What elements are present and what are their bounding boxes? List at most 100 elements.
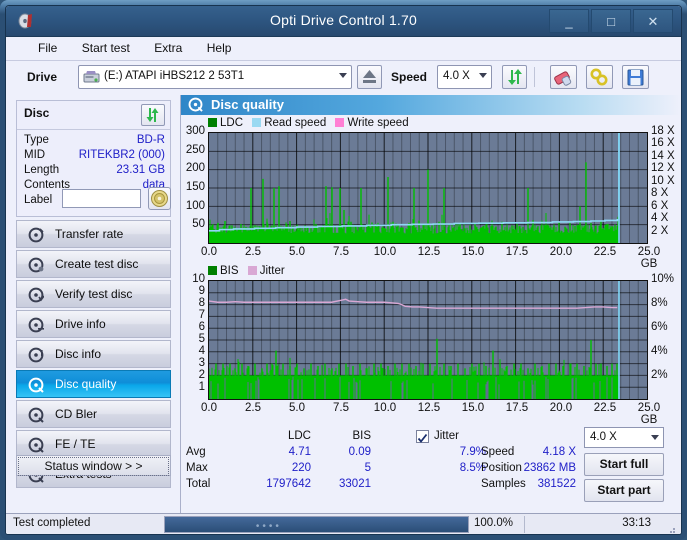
disc-row-value: RITEKBR2 (000) bbox=[79, 149, 165, 161]
maximize-button[interactable]: □ bbox=[591, 9, 631, 33]
sidebar-item-fe-te[interactable]: FE / TE bbox=[16, 430, 171, 458]
stats-jitter-avg: 7.9% bbox=[416, 446, 486, 458]
disc-quality-icon bbox=[28, 377, 44, 393]
status-separator bbox=[524, 516, 525, 533]
chart1-ytick: 100 bbox=[179, 200, 205, 212]
drive-value: (E:) ATAPI iHBS212 2 53T1 bbox=[104, 70, 244, 82]
chevron-down-icon bbox=[339, 73, 347, 78]
sidebar-item-create-test-disc[interactable]: Create test disc bbox=[16, 250, 171, 278]
stats-samples-value: 381522 bbox=[511, 478, 576, 490]
right-panel: Disc quality LDC Read speed Write speed … bbox=[180, 95, 681, 513]
drive-select[interactable]: (E:) ATAPI iHBS212 2 53T1 bbox=[78, 65, 352, 89]
drive-icon bbox=[83, 69, 100, 85]
menu-item-file[interactable]: File bbox=[28, 37, 67, 59]
disc-row-value: 23.31 GB bbox=[116, 164, 165, 176]
stats-col-bis: BIS bbox=[321, 430, 371, 442]
divider bbox=[17, 129, 170, 130]
sidebar-item-transfer-rate[interactable]: Transfer rate bbox=[16, 220, 171, 248]
chart2-xtick: 10.0 bbox=[368, 402, 402, 414]
disc-fete-icon bbox=[28, 437, 44, 453]
label-input[interactable] bbox=[62, 189, 141, 208]
chart1-plot-area[interactable] bbox=[208, 132, 648, 244]
jitter-checkbox[interactable] bbox=[416, 430, 429, 443]
chart2-plot-area[interactable] bbox=[208, 280, 648, 400]
eject-button[interactable] bbox=[357, 65, 382, 89]
legend-label-ldc: LDC bbox=[220, 117, 243, 129]
chart2-ytick: 1 bbox=[179, 381, 205, 393]
test-speed-select[interactable]: 4.0 X bbox=[584, 427, 664, 448]
legend-swatch-read-speed bbox=[252, 118, 261, 127]
chart1-y2tick: 18 X bbox=[651, 125, 681, 137]
start-part-button[interactable]: Start part bbox=[584, 479, 664, 502]
app-window: Opti Drive Control 1.70 _ □ ✕ File Start… bbox=[0, 0, 687, 540]
erase-button[interactable] bbox=[550, 65, 577, 89]
sidebar-item-disc-info[interactable]: Disc info bbox=[16, 340, 171, 368]
stats-col-ldc: LDC bbox=[261, 430, 311, 442]
stats-panel: LDC BIS Avg Max Total 4.71 220 1797642 0… bbox=[181, 427, 681, 513]
sidebar-item-cd-bler[interactable]: CD Bler bbox=[16, 400, 171, 428]
sidebar-item-label: CD Bler bbox=[55, 407, 97, 421]
resize-grip[interactable] bbox=[666, 521, 676, 531]
minimize-button[interactable]: _ bbox=[549, 9, 589, 33]
menu-item-extra[interactable]: Extra bbox=[144, 37, 192, 59]
stats-ldc-max: 220 bbox=[261, 462, 311, 474]
drive-label: Drive bbox=[27, 70, 57, 84]
chart2-ytick: 2 bbox=[179, 369, 205, 381]
disc-quality-icon bbox=[188, 97, 203, 112]
chevron-down-icon bbox=[651, 435, 659, 440]
floppy-save-icon bbox=[623, 66, 648, 88]
speed-select[interactable]: 4.0 X bbox=[437, 65, 492, 89]
chart1-y2tick: 14 X bbox=[651, 150, 681, 162]
start-full-button[interactable]: Start full bbox=[584, 453, 664, 476]
eraser-icon bbox=[551, 66, 576, 88]
menu-bar: File Start test Extra Help bbox=[6, 37, 681, 61]
label-disc-button[interactable] bbox=[148, 187, 171, 210]
chart1-ytick: 300 bbox=[179, 125, 205, 137]
chart2-xtick: 5.0 bbox=[280, 402, 314, 414]
legend-swatch-ldc bbox=[208, 118, 217, 127]
chart2-ytick: 3 bbox=[179, 357, 205, 369]
disc-row-mid: MID RITEKBR2 (000) bbox=[24, 149, 165, 164]
chart1-ytick: 50 bbox=[179, 218, 205, 230]
chart2-ytick: 7 bbox=[179, 309, 205, 321]
chart2-xtick: 7.5 bbox=[324, 402, 358, 414]
disc-create-icon bbox=[28, 257, 44, 273]
stats-speed-label: Speed bbox=[481, 446, 514, 458]
sidebar-item-verify-test-disc[interactable]: Verify test disc bbox=[16, 280, 171, 308]
disc-row-key: MID bbox=[24, 149, 45, 161]
chart1-xtick: 10.0 bbox=[368, 246, 402, 258]
close-button[interactable]: ✕ bbox=[633, 9, 673, 33]
page-title: Disc quality bbox=[211, 97, 284, 112]
refresh-button[interactable] bbox=[502, 65, 527, 89]
chart2-ytick: 6 bbox=[179, 321, 205, 333]
chart1-legend: LDC Read speed Write speed bbox=[208, 117, 409, 129]
status-message: Test completed bbox=[13, 517, 90, 529]
chart2-xtick: 22.5 bbox=[588, 402, 622, 414]
chart1-xtick: 2.5 bbox=[236, 246, 270, 258]
save-button[interactable] bbox=[622, 65, 649, 89]
toolbar: Drive (E:) ATAPI iHBS212 2 53T1 bbox=[6, 61, 681, 96]
stats-jitter-label: Jitter bbox=[434, 430, 459, 442]
chart1-xtick: 22.5 bbox=[588, 246, 622, 258]
disc-row-type: Type BD-R bbox=[24, 134, 165, 149]
check-icon bbox=[417, 433, 428, 444]
legend-label-bis: BIS bbox=[220, 265, 239, 277]
status-window-button[interactable]: Status window > > bbox=[16, 455, 171, 476]
chart1-y2tick: 8 X bbox=[651, 187, 681, 199]
legend-swatch-bis bbox=[208, 266, 217, 275]
chevron-down-icon bbox=[479, 73, 487, 78]
progress-fill bbox=[165, 517, 468, 532]
menu-item-help[interactable]: Help bbox=[197, 37, 242, 59]
disc-driveinfo-icon bbox=[28, 317, 44, 333]
stats-bis-avg: 0.09 bbox=[321, 446, 371, 458]
disc-verify-icon bbox=[28, 287, 44, 303]
menu-item-start-test[interactable]: Start test bbox=[72, 37, 140, 59]
progress-bar: •••• bbox=[164, 516, 469, 533]
disc-refresh-button[interactable] bbox=[141, 104, 165, 126]
sidebar-item-drive-info[interactable]: Drive info bbox=[16, 310, 171, 338]
chart1-xtick: 5.0 bbox=[280, 246, 314, 258]
legend-label-write-speed: Write speed bbox=[347, 117, 408, 129]
sidebar-item-disc-quality[interactable]: Disc quality bbox=[16, 370, 171, 398]
tools-icon bbox=[587, 66, 612, 88]
tools-button[interactable] bbox=[586, 65, 613, 89]
